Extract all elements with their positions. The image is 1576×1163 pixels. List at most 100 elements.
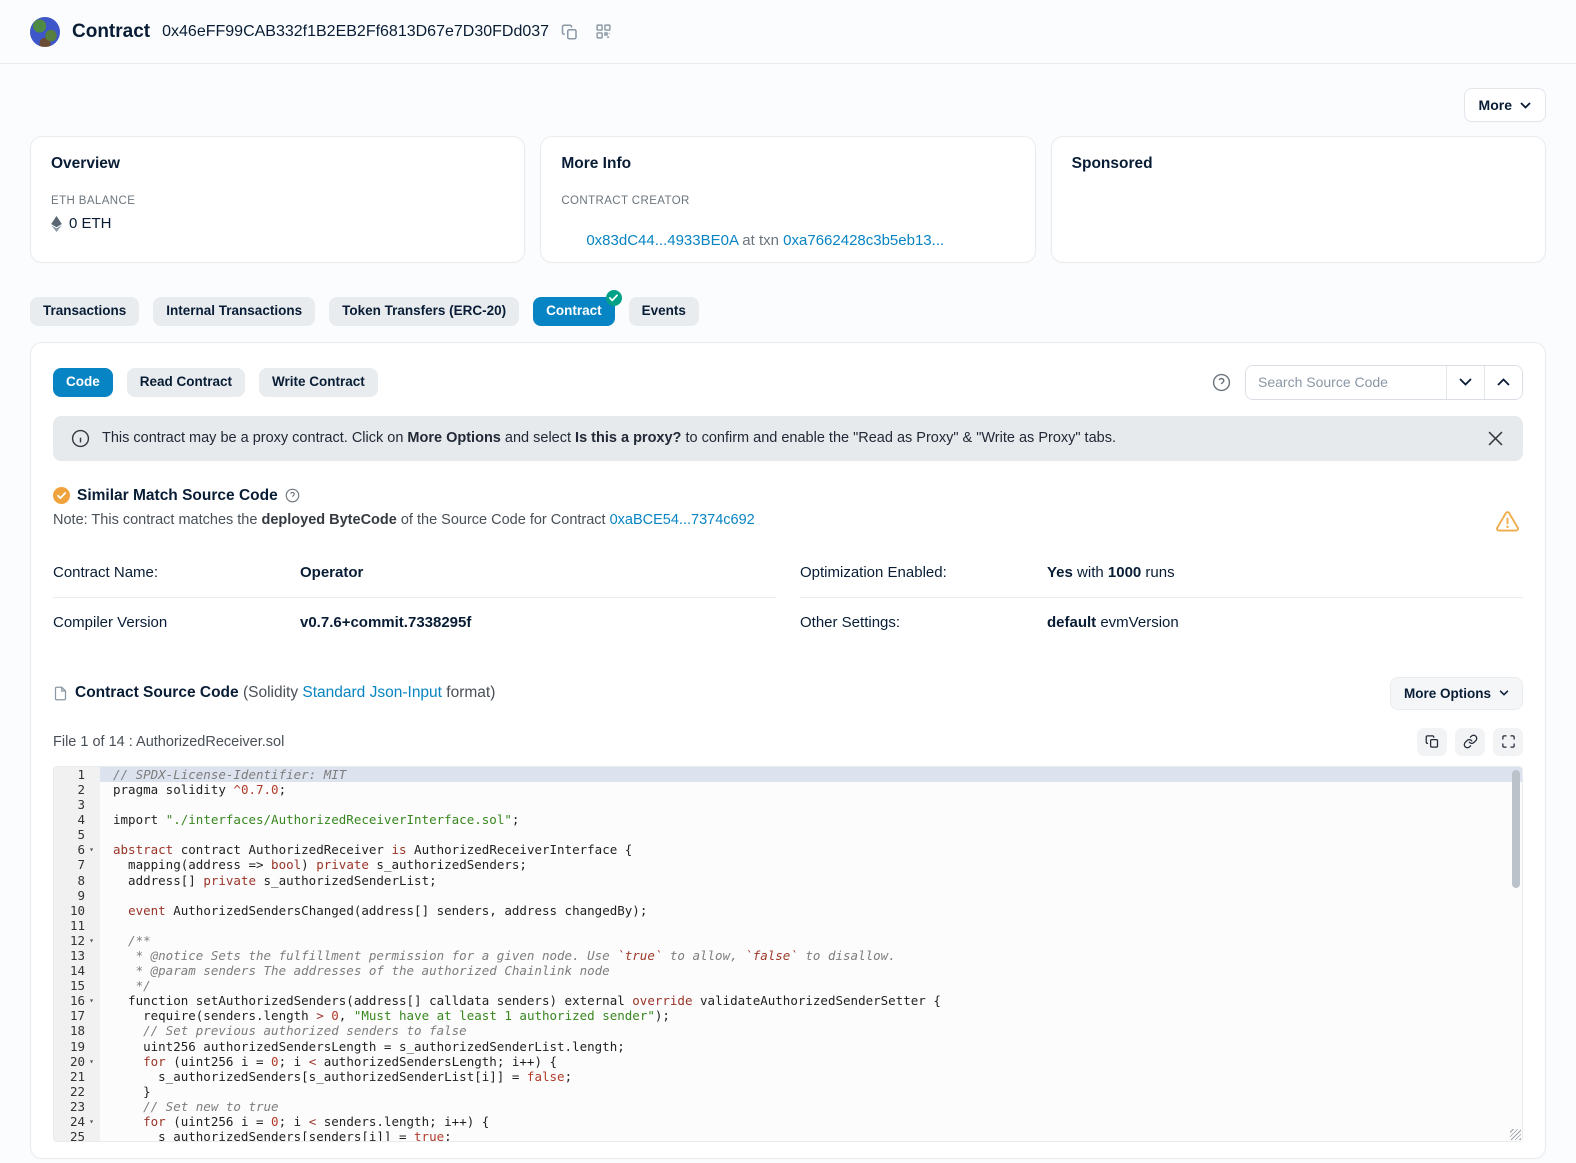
search-next-button[interactable] xyxy=(1446,366,1484,399)
other-settings-label: Other Settings: xyxy=(800,614,1047,631)
code-line: 1// SPDX-License-Identifier: MIT xyxy=(54,767,1522,782)
more-options-button[interactable]: More Options xyxy=(1390,677,1523,710)
line-number: 8 xyxy=(54,873,100,888)
code-line: 20▾ for (uint256 i = 0; i < authorizedSe… xyxy=(54,1054,1522,1069)
line-number: 19 xyxy=(54,1039,100,1054)
code-text: import "./interfaces/AuthorizedReceiverI… xyxy=(100,812,1522,827)
code-line: 13 * @notice Sets the fulfillment permis… xyxy=(54,948,1522,963)
code-text: mapping(address => bool) private s_autho… xyxy=(100,857,1522,872)
search-source-code-group xyxy=(1245,365,1523,400)
subtab-read-contract[interactable]: Read Contract xyxy=(127,368,245,397)
code-line: 7 mapping(address => bool) private s_aut… xyxy=(54,857,1522,872)
code-line: 10 event AuthorizedSendersChanged(addres… xyxy=(54,903,1522,918)
tab-events[interactable]: Events xyxy=(629,297,699,326)
proxy-notice: This contract may be a proxy contract. C… xyxy=(53,416,1523,461)
format-suffix: format) xyxy=(442,684,495,701)
contract-panel: Code Read Contract Write Contract This c… xyxy=(30,342,1546,1159)
overview-card-title: Overview xyxy=(51,155,504,173)
code-line: 22 } xyxy=(54,1084,1522,1099)
line-number: 4 xyxy=(54,812,100,827)
page-header: Contract 0x46eFF99CAB332f1B2EB2Ff6813D67… xyxy=(0,0,1576,64)
fold-toggle-icon[interactable]: ▾ xyxy=(85,993,98,1008)
more-button[interactable]: More xyxy=(1464,88,1546,122)
line-number: 11 xyxy=(54,918,100,933)
contract-address: 0x46eFF99CAB332f1B2EB2Ff6813D67e7D30FDd0… xyxy=(162,23,549,41)
code-text: require(senders.length > 0, "Must have a… xyxy=(100,1008,1522,1023)
similar-match-note: Note: This contract matches the deployed… xyxy=(53,512,1523,528)
qr-code-icon[interactable] xyxy=(595,23,612,40)
warning-triangle-icon xyxy=(1496,511,1519,532)
tab-contract[interactable]: Contract xyxy=(533,297,615,326)
contract-details: Contract Name: Operator Compiler Version… xyxy=(53,548,1523,647)
line-number: 15 xyxy=(54,978,100,993)
expand-fullscreen-icon[interactable] xyxy=(1493,728,1523,756)
more-options-label: More Options xyxy=(1404,686,1491,701)
code-text: for (uint256 i = 0; i < senders.length; … xyxy=(100,1114,1522,1129)
code-text xyxy=(100,888,1522,903)
compiler-version-label: Compiler Version xyxy=(53,614,300,631)
code-text: event AuthorizedSendersChanged(address[]… xyxy=(100,903,1522,918)
copy-source-icon[interactable] xyxy=(1417,728,1447,756)
editor-scrollbar[interactable] xyxy=(1512,770,1520,888)
code-line: 14 * @param senders The addresses of the… xyxy=(54,963,1522,978)
chevron-down-icon xyxy=(1499,690,1509,696)
line-number: 24▾ xyxy=(54,1114,100,1129)
tab-transactions[interactable]: Transactions xyxy=(30,297,139,326)
code-text: */ xyxy=(100,978,1522,993)
contract-avatar xyxy=(30,17,60,47)
overview-card: Overview ETH BALANCE 0 ETH xyxy=(30,136,525,263)
code-text: * @param senders The addresses of the au… xyxy=(100,963,1522,978)
fold-toggle-icon[interactable]: ▾ xyxy=(85,1054,98,1069)
subtab-write-contract[interactable]: Write Contract xyxy=(259,368,378,397)
code-line: 16▾ function setAuthorizedSenders(addres… xyxy=(54,993,1522,1008)
code-line: 6▾abstract contract AuthorizedReceiver i… xyxy=(54,842,1522,857)
search-source-code-input[interactable] xyxy=(1246,366,1446,399)
file-info-label: File 1 of 14 : AuthorizedReceiver.sol xyxy=(53,734,284,750)
close-icon[interactable] xyxy=(1486,429,1505,448)
code-line: 8 address[] private s_authorizedSenderLi… xyxy=(54,873,1522,888)
json-input-format-link[interactable]: Standard Json-Input xyxy=(302,684,442,701)
sponsored-card-title: Sponsored xyxy=(1072,155,1525,173)
chevron-down-icon xyxy=(1520,102,1531,109)
help-icon[interactable] xyxy=(1212,373,1231,392)
fold-toggle-icon[interactable]: ▾ xyxy=(85,842,98,857)
code-text: uint256 authorizedSendersLength = s_auth… xyxy=(100,1039,1522,1054)
code-text: address[] private s_authorizedSenderList… xyxy=(100,873,1522,888)
copy-address-icon[interactable] xyxy=(561,23,579,41)
code-line: 3 xyxy=(54,797,1522,812)
line-number: 18 xyxy=(54,1023,100,1038)
search-prev-button[interactable] xyxy=(1484,366,1522,399)
code-line: 18 // Set previous authorized senders to… xyxy=(54,1023,1522,1038)
verified-check-badge xyxy=(606,290,622,306)
tab-bar: Transactions Internal Transactions Token… xyxy=(0,263,1576,326)
editor-resize-handle[interactable] xyxy=(1510,1129,1521,1140)
code-text: * @notice Sets the fulfillment permissio… xyxy=(100,948,1522,963)
code-text: abstract contract AuthorizedReceiver is … xyxy=(100,842,1522,857)
creator-address-link[interactable]: 0x83dC44...4933BE0A xyxy=(586,232,738,249)
line-number: 23 xyxy=(54,1099,100,1114)
contract-creator-label: CONTRACT CREATOR xyxy=(561,195,1014,207)
creator-middle-text: at txn xyxy=(738,232,783,249)
similar-match-help-icon[interactable] xyxy=(285,488,300,503)
code-text xyxy=(100,797,1522,812)
code-text: // Set previous authorized senders to fa… xyxy=(100,1023,1522,1038)
creator-txn-link[interactable]: 0xa7662428c3b5eb13... xyxy=(783,232,944,249)
permalink-icon[interactable] xyxy=(1455,728,1485,756)
code-content: 1// SPDX-License-Identifier: MIT2pragma … xyxy=(54,767,1522,1142)
tab-token-transfers[interactable]: Token Transfers (ERC-20) xyxy=(329,297,519,326)
tab-internal-transactions[interactable]: Internal Transactions xyxy=(153,297,315,326)
chevron-down-icon xyxy=(1459,378,1472,386)
code-line: 23 // Set new to true xyxy=(54,1099,1522,1114)
fold-toggle-icon[interactable]: ▾ xyxy=(85,1114,98,1129)
code-line: 21 s_authorizedSenders[s_authorizedSende… xyxy=(54,1069,1522,1084)
code-text: pragma solidity ^0.7.0; xyxy=(100,782,1522,797)
code-editor[interactable]: 1// SPDX-License-Identifier: MIT2pragma … xyxy=(53,766,1523,1142)
line-number: 22 xyxy=(54,1084,100,1099)
fold-toggle-icon[interactable]: ▾ xyxy=(85,933,98,948)
file-document-icon xyxy=(53,685,68,702)
similar-contract-link[interactable]: 0xaBCE54...7374c692 xyxy=(610,512,755,528)
code-line: 11 xyxy=(54,918,1522,933)
more-button-label: More xyxy=(1479,97,1512,113)
similar-match-section: Similar Match Source Code Note: This con… xyxy=(53,487,1523,528)
subtab-code[interactable]: Code xyxy=(53,368,113,397)
